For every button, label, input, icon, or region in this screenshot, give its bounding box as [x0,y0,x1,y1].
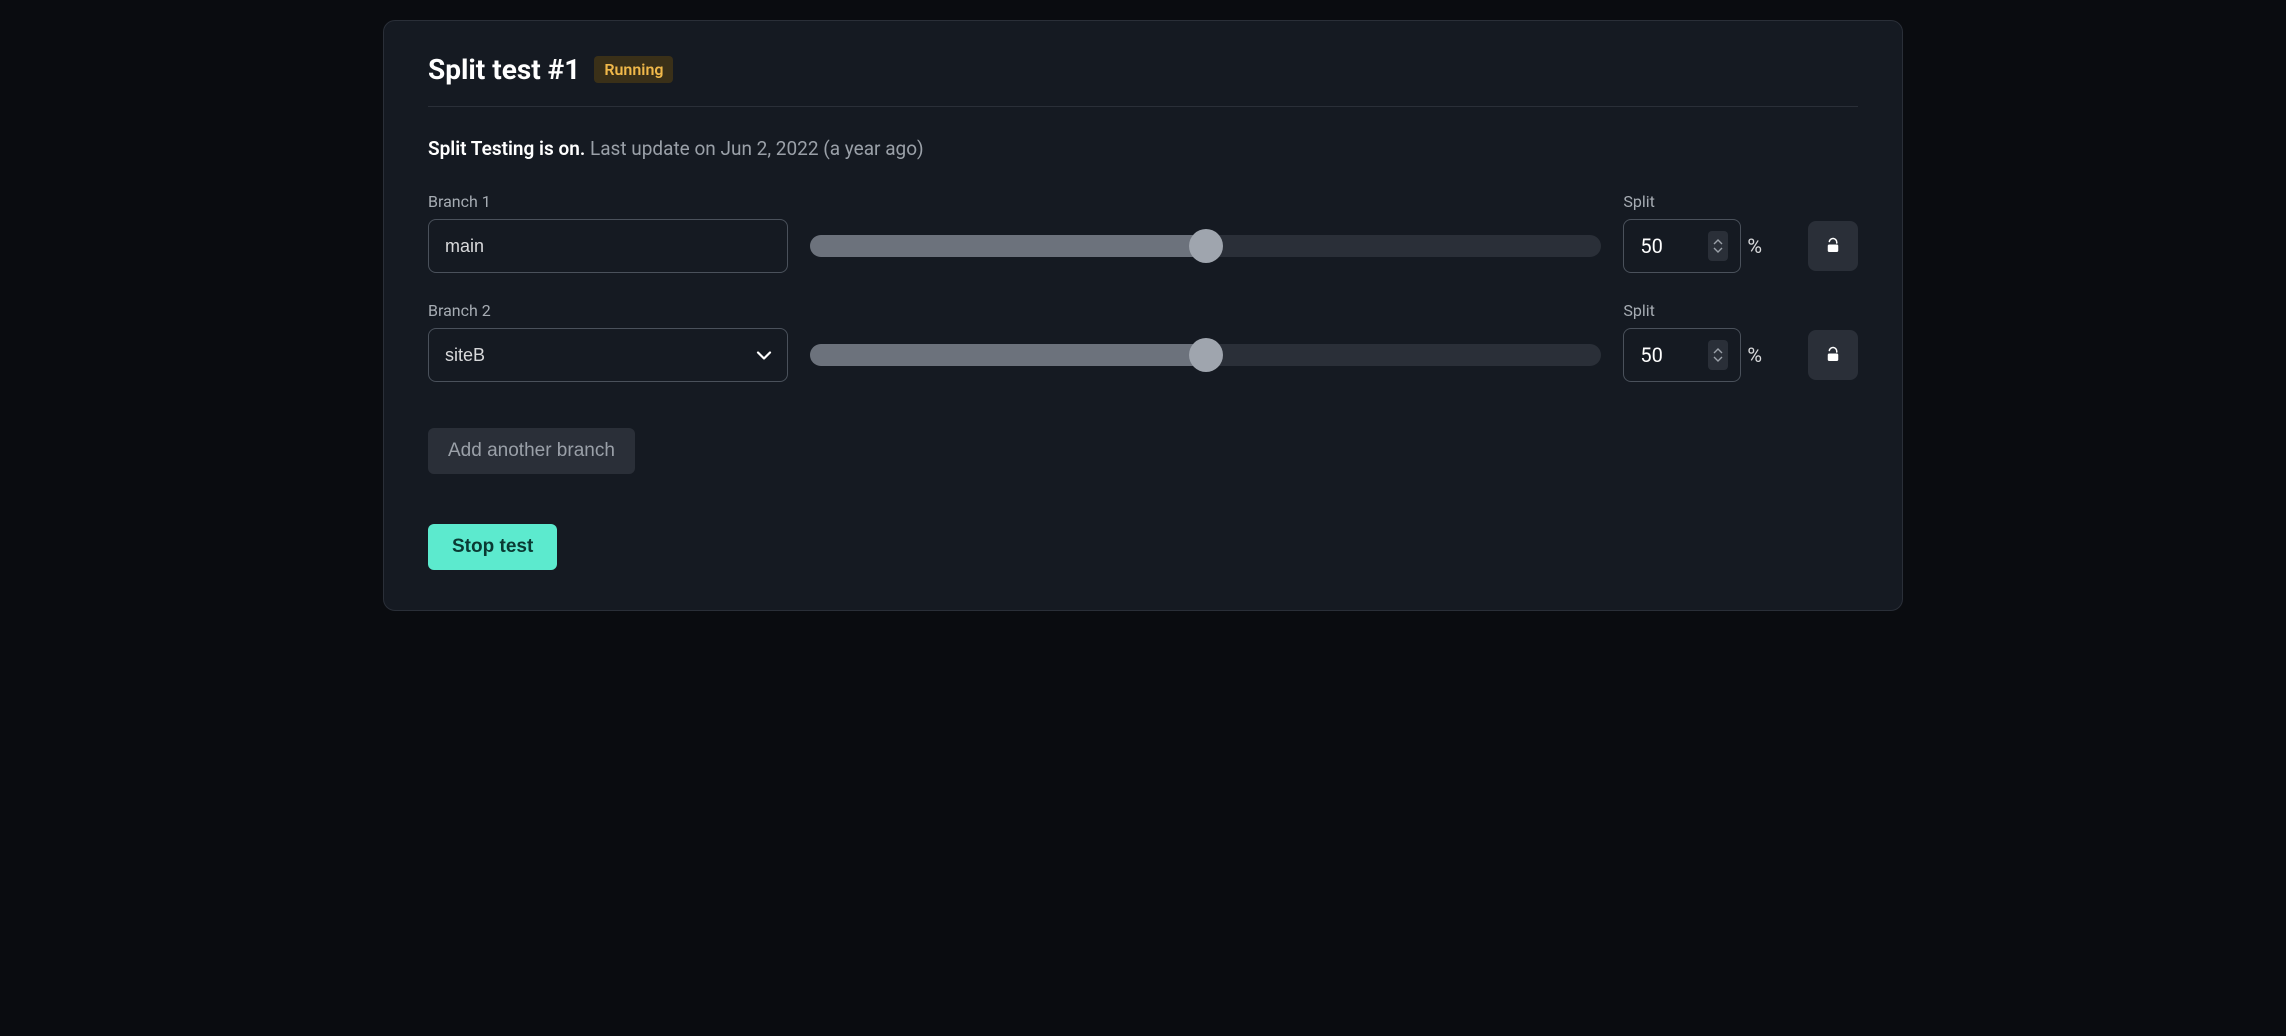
branch-1-name-input[interactable] [428,219,788,273]
add-branch-button[interactable]: Add another branch [428,428,635,474]
branch-2-split-label: Split [1623,301,1762,320]
branch-1-field: Branch 1 [428,192,788,273]
branch-2-split-value: 50 [1640,343,1662,367]
branch-row-1: Branch 1 Split 50 % [428,192,1858,273]
branch-1-split-wrap: 50 % [1623,219,1762,273]
branch-1-stepper[interactable] [1708,231,1728,261]
branch-1-slider-fill [810,235,1206,257]
branch-1-split-value: 50 [1640,234,1662,258]
branch-1-split-input[interactable]: 50 [1623,219,1741,273]
branch-1-label: Branch 1 [428,192,788,211]
branch-2-split-wrap: 50 % [1623,328,1762,382]
branch-1-percent-symbol: % [1747,234,1762,258]
branch-1-split-label: Split [1623,192,1762,211]
branch-1-slider-col [810,219,1601,273]
status-badge: Running [594,56,673,83]
branch-2-split-field: Split 50 % [1623,301,1762,382]
split-test-panel: Split test #1 Running Split Testing is o… [383,20,1903,611]
chevron-up-icon [1713,239,1723,246]
branch-2-lock-button[interactable] [1808,330,1858,380]
branch-row-2: Branch 2 siteB Split 50 [428,301,1858,382]
branch-2-slider-thumb[interactable] [1189,338,1223,372]
branch-2-field: Branch 2 siteB [428,301,788,382]
branch-2-slider-fill [810,344,1206,366]
branch-1-split-field: Split 50 % [1623,192,1762,273]
chevron-down-icon [1713,246,1723,253]
branch-2-slider[interactable] [810,344,1601,366]
branch-2-label: Branch 2 [428,301,788,320]
branch-1-lock-button[interactable] [1808,221,1858,271]
branch-2-percent-symbol: % [1747,343,1762,367]
chevron-down-icon [1713,355,1723,362]
status-muted-text: Last update on Jun 2, 2022 (a year ago) [590,137,924,160]
status-strong-text: Split Testing is on. [428,137,585,160]
stop-test-button[interactable]: Stop test [428,524,557,570]
chevron-up-icon [1713,348,1723,355]
page-title: Split test #1 [428,53,580,86]
branch-2-split-input[interactable]: 50 [1623,328,1741,382]
unlock-icon [1824,346,1842,364]
branch-1-slider[interactable] [810,235,1601,257]
status-line: Split Testing is on. Last update on Jun … [428,137,1858,160]
branch-2-slider-col [810,328,1601,382]
branch-2-select[interactable]: siteB [428,328,788,382]
branch-2-stepper[interactable] [1708,340,1728,370]
panel-header: Split test #1 Running [428,53,1858,107]
branch-1-slider-thumb[interactable] [1189,229,1223,263]
unlock-icon [1824,237,1842,255]
branch-2-select-wrap: siteB [428,328,788,382]
